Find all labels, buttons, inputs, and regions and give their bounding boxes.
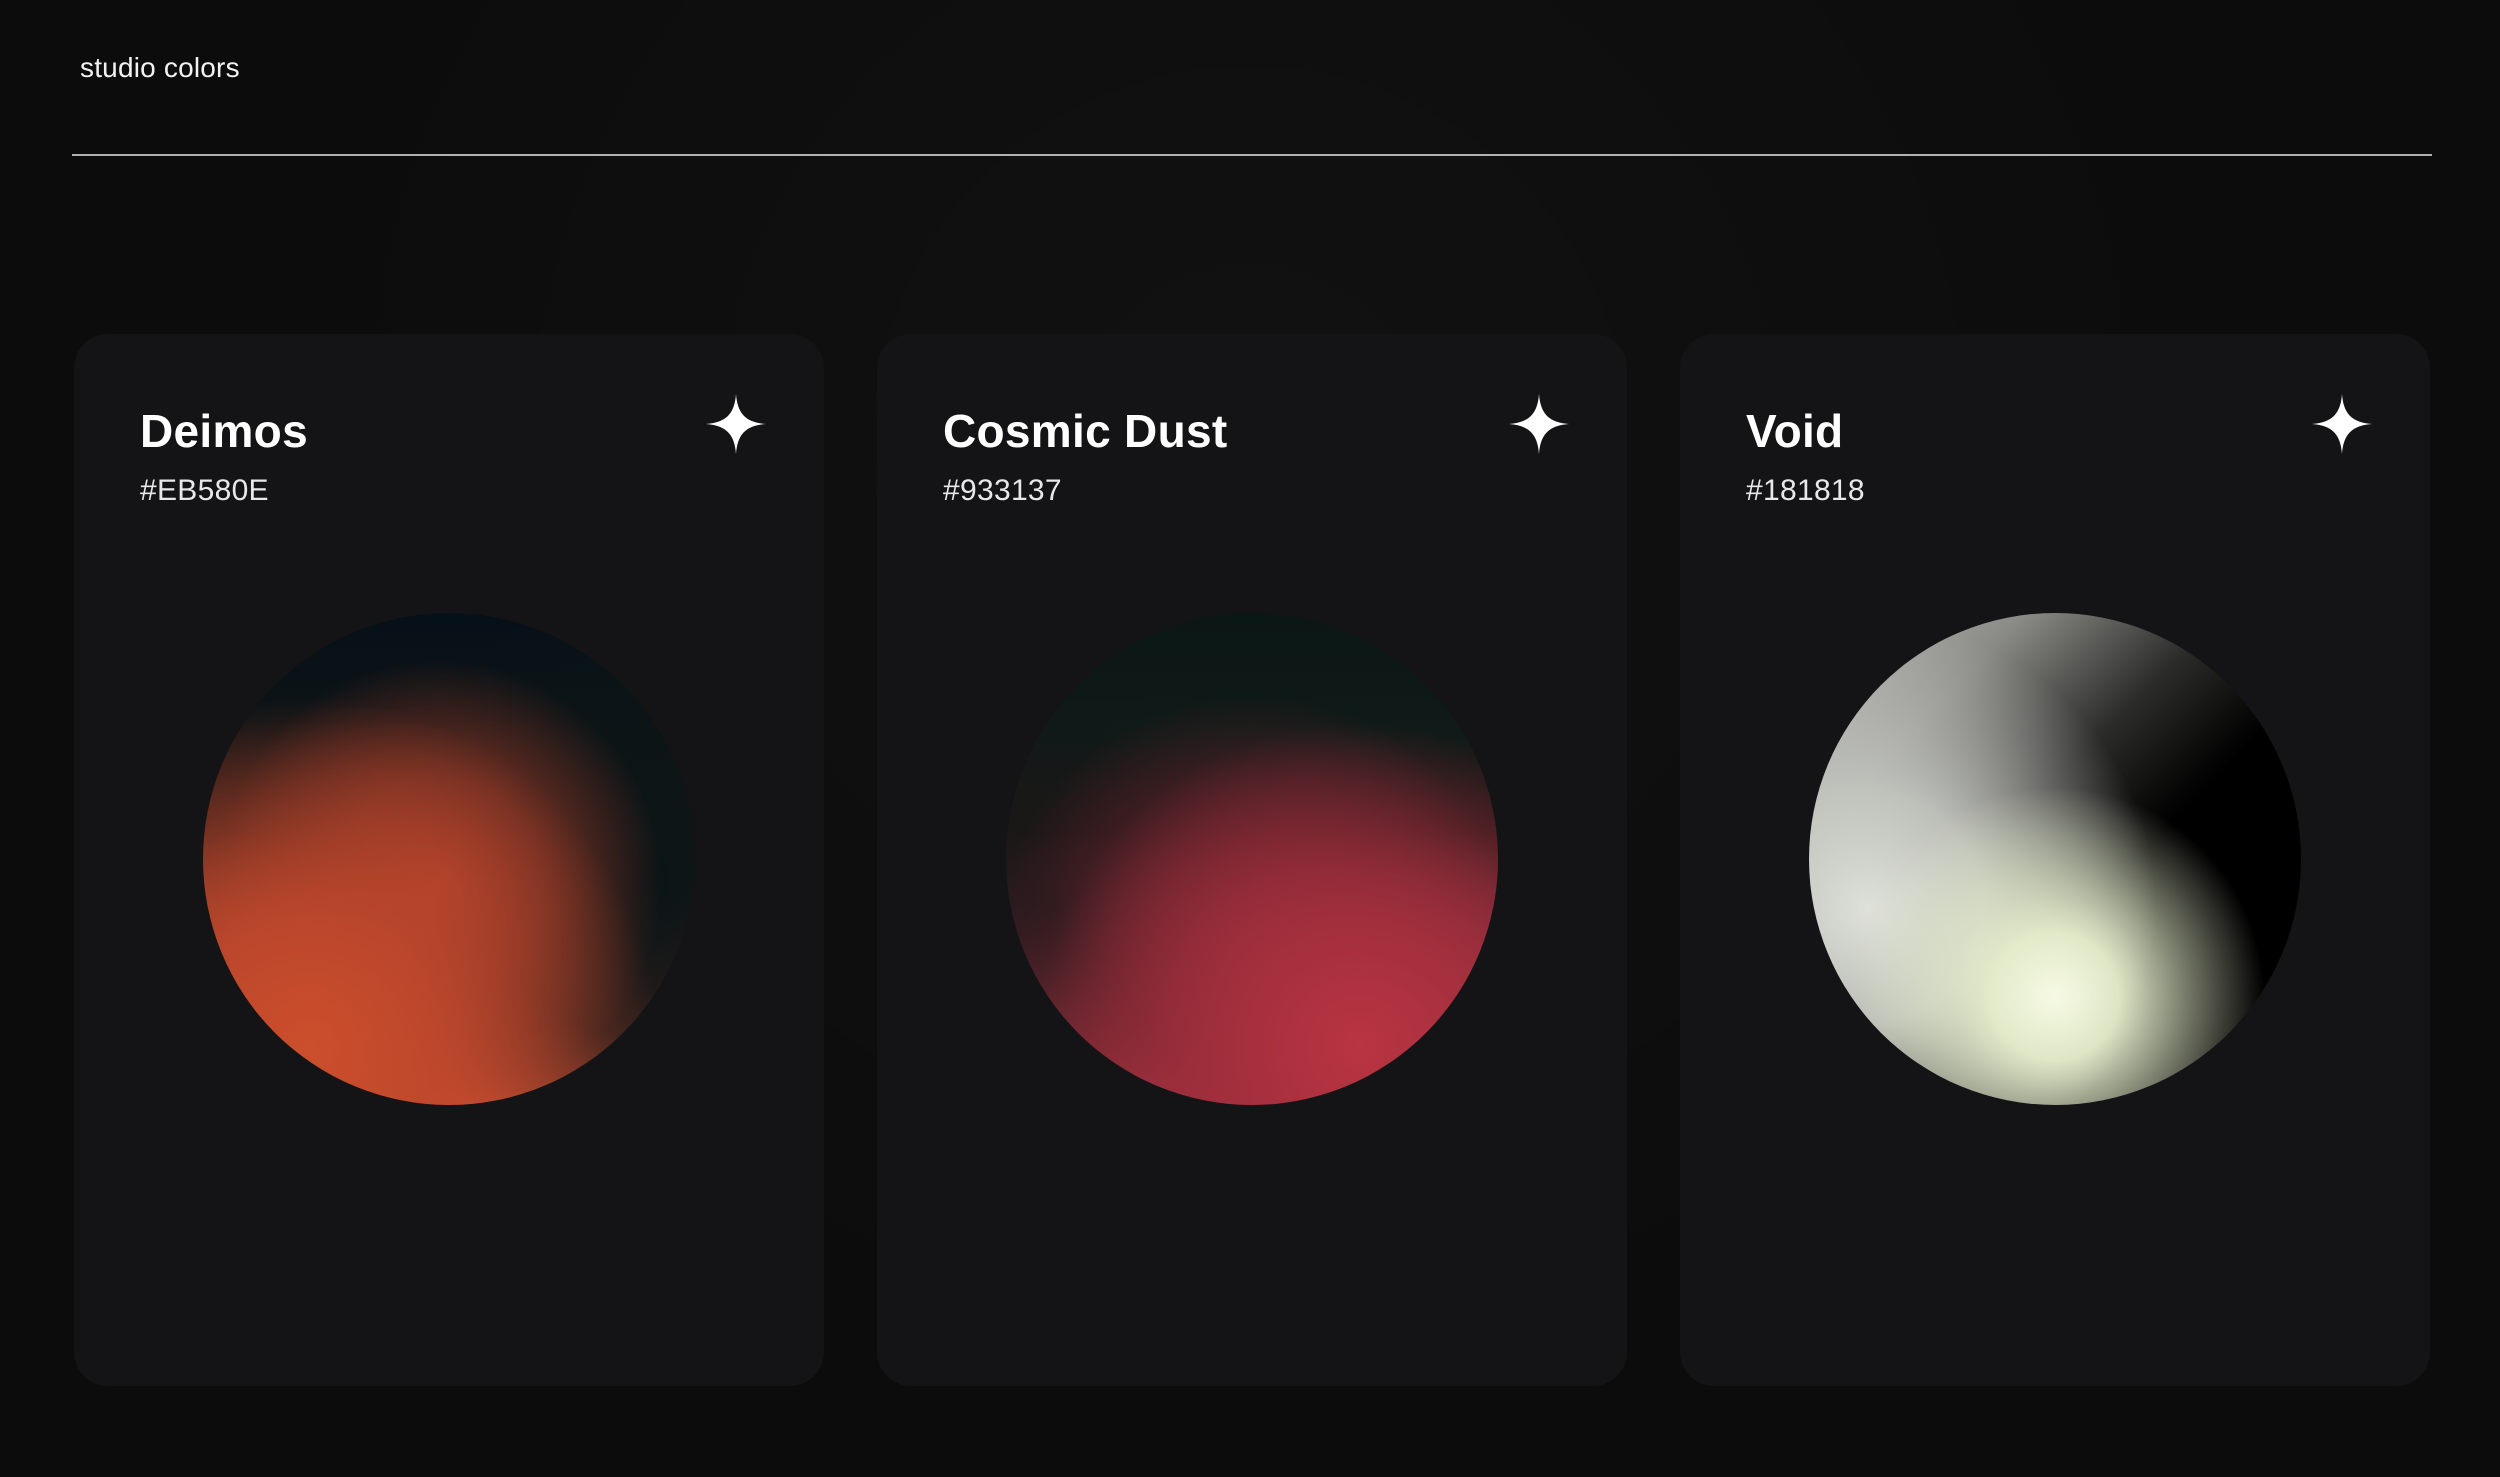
- color-card-void[interactable]: Void #181818: [1680, 334, 2430, 1386]
- color-orb: [203, 613, 695, 1105]
- page-title: studio colors: [80, 52, 240, 83]
- color-card-cosmic-dust[interactable]: Cosmic Dust #933137: [877, 334, 1627, 1386]
- sparkle-icon[interactable]: [704, 392, 768, 456]
- sparkle-icon[interactable]: [1507, 392, 1571, 456]
- color-hex: #EB580E: [140, 474, 269, 507]
- color-hex: #181818: [1746, 474, 1865, 507]
- color-cards: Deimos #EB580E Cosmic Dust #933137 Void …: [74, 334, 2430, 1386]
- color-card-deimos[interactable]: Deimos #EB580E: [74, 334, 824, 1386]
- header-divider: [72, 154, 2432, 156]
- color-hex: #933137: [943, 474, 1062, 507]
- color-name: Void: [1746, 405, 1844, 457]
- color-name: Cosmic Dust: [943, 405, 1228, 457]
- color-orb: [1809, 613, 2301, 1105]
- color-orb: [1006, 613, 1498, 1105]
- sparkle-icon[interactable]: [2310, 392, 2374, 456]
- color-name: Deimos: [140, 405, 308, 457]
